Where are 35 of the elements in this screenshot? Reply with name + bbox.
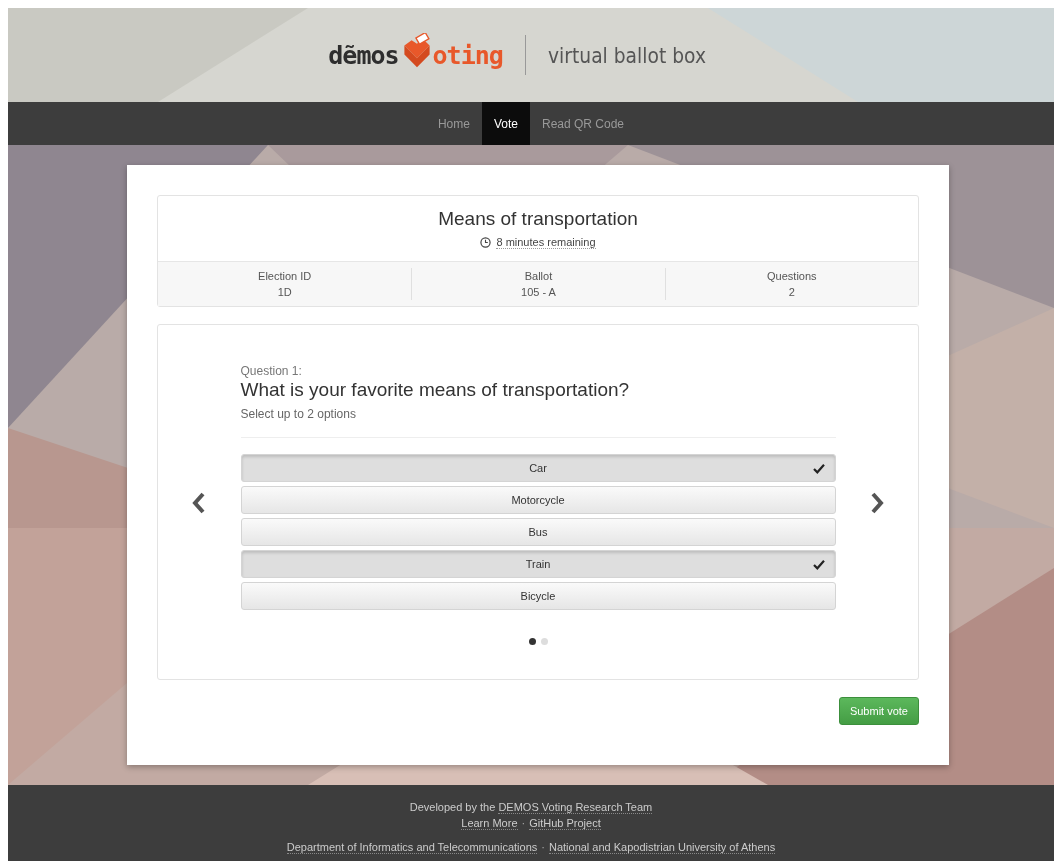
footer-link[interactable]: GitHub Project <box>529 817 601 830</box>
check-icon <box>812 560 825 570</box>
footer-link[interactable]: Learn More <box>461 817 518 830</box>
option-button[interactable]: Bus <box>240 518 836 546</box>
option-button[interactable]: Bicycle <box>240 582 836 610</box>
option-button[interactable]: Motorcycle <box>240 486 836 514</box>
footer-link[interactable]: Department of Informatics and Telecommunications <box>286 841 538 854</box>
time-remaining: 8 minutes remaining <box>496 236 596 249</box>
page-dot[interactable] <box>540 638 548 645</box>
credit-text: Developed by the DEMOS Voting Research Team <box>409 801 653 813</box>
question-number: Question 1: <box>240 364 303 378</box>
page-dot[interactable] <box>528 638 536 645</box>
clock-icon <box>480 237 492 248</box>
check-icon <box>812 464 825 474</box>
nav-tab[interactable]: Read QR Code <box>530 102 637 145</box>
separator-dot: · <box>541 841 545 853</box>
option-button[interactable]: Car <box>240 454 836 482</box>
question-hint: Select up to 2 options <box>240 407 357 421</box>
footer-link[interactable]: National and Kapodistrian University of Athens <box>548 841 776 854</box>
detail-label: Questions <box>766 269 818 284</box>
detail-value: 2 <box>787 285 796 300</box>
nav-tab[interactable]: Home <box>425 102 482 145</box>
detail-value: 105 - A <box>520 285 557 300</box>
detail-value: 1D <box>276 285 293 300</box>
separator-dot: · <box>521 817 526 829</box>
detail-label: Ballot <box>523 269 554 284</box>
question-text: What is your favorite means of transportation? <box>240 379 631 401</box>
tagline: virtual ballot box <box>547 42 706 68</box>
option-button[interactable]: Train <box>240 550 836 578</box>
logo-text: dẽmos <box>328 40 399 70</box>
footer-link[interactable]: DEMOS Voting Research Team <box>498 801 653 814</box>
nav-tab[interactable]: Vote <box>481 102 530 145</box>
election-title: Means of transportation <box>437 208 639 230</box>
detail-label: Election ID <box>257 269 313 284</box>
logo-text: oting <box>432 40 503 70</box>
